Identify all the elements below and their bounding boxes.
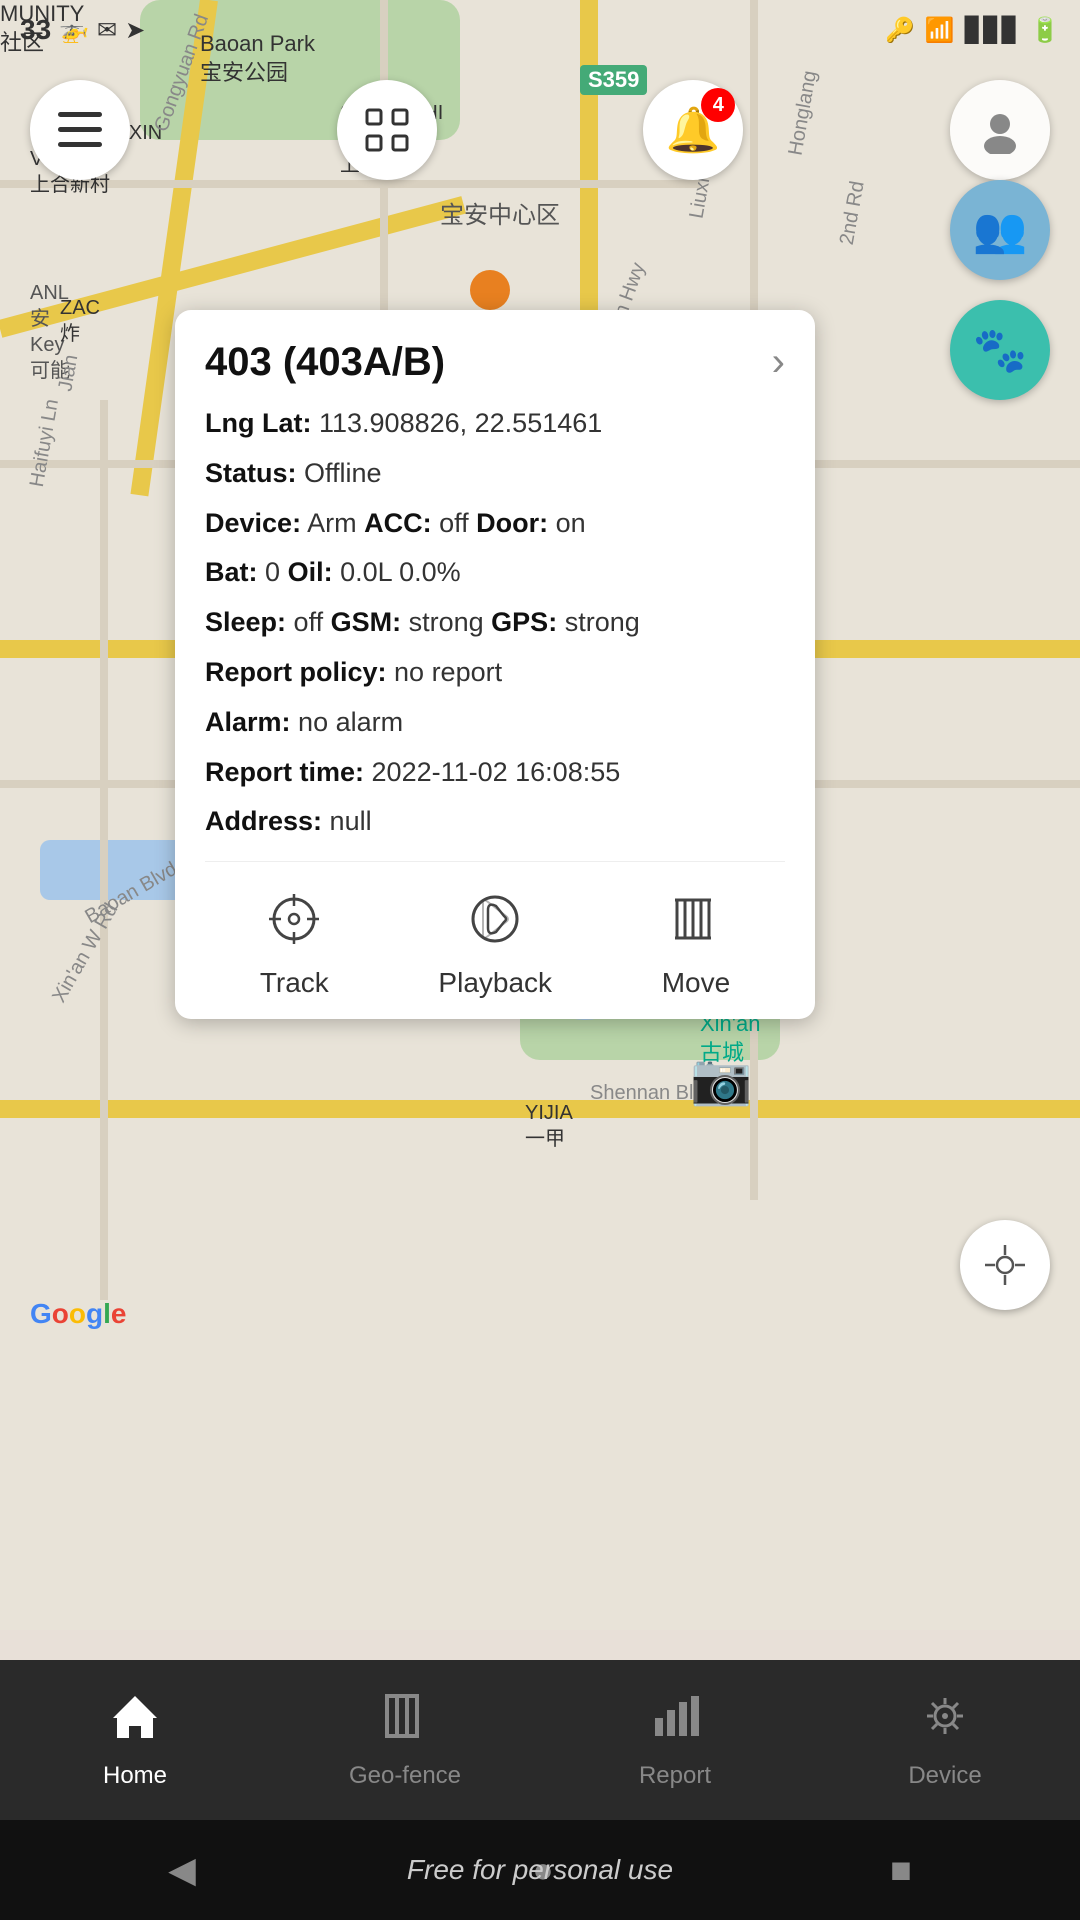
scan-button[interactable] xyxy=(337,80,437,180)
address-value: null xyxy=(330,806,372,836)
message-icon: ✉ xyxy=(97,16,117,45)
pet-button[interactable]: 🐾 xyxy=(950,300,1050,400)
group-button[interactable]: 👥 xyxy=(950,180,1050,280)
gps-value: strong xyxy=(565,607,640,637)
location-button[interactable] xyxy=(960,1220,1050,1310)
wifi-icon: 📶 xyxy=(925,16,955,45)
gsm-value: strong xyxy=(409,607,484,637)
reportpolicy-label: Report policy: xyxy=(205,657,387,687)
lnglat-label: Lng Lat: xyxy=(205,408,311,438)
card-title: 403 (403A/B) xyxy=(205,340,445,385)
nav-home[interactable]: Home xyxy=(0,1690,270,1790)
oil-value: 0.0L 0.0% xyxy=(340,557,461,587)
card-address-row: Address: null xyxy=(205,803,785,841)
geofence-nav-label: Geo-fence xyxy=(349,1762,461,1790)
yijia-label: YIJIA一甲 xyxy=(525,1100,573,1152)
bottom-nav: Home Geo-fence Report xyxy=(0,1660,1080,1820)
playback-action[interactable]: Playback xyxy=(438,892,552,999)
baoan-center-label: 宝安中心区 xyxy=(440,200,560,231)
address-label: Address: xyxy=(205,806,322,836)
sleep-value: off xyxy=(294,607,324,637)
report-icon xyxy=(649,1690,701,1754)
reportpolicy-value: no report xyxy=(394,657,502,687)
reporttime-label: Report time: xyxy=(205,757,364,787)
geofence-icon xyxy=(379,1690,431,1754)
device-label: Device: xyxy=(205,508,301,538)
haifuyi-label: Haifuyi Ln xyxy=(24,397,65,489)
acc-label: ACC: xyxy=(364,508,432,538)
status-label: Status: xyxy=(205,458,297,488)
card-reportpolicy-row: Report policy: no report xyxy=(205,654,785,692)
device-icon xyxy=(919,1690,971,1754)
gps-label: GPS: xyxy=(491,607,557,637)
lnglat-value: 113.908826, 22.551461 xyxy=(319,408,602,438)
alarm-value: no alarm xyxy=(298,707,403,737)
move-label: Move xyxy=(662,967,730,999)
nav-geofence[interactable]: Geo-fence xyxy=(270,1690,540,1790)
card-device-row: Device: Arm ACC: off Door: on xyxy=(205,505,785,543)
card-alarm-row: Alarm: no alarm xyxy=(205,704,785,742)
bat-label: Bat: xyxy=(205,557,258,587)
track-action[interactable]: Track xyxy=(260,892,329,999)
track-label: Track xyxy=(260,967,329,999)
camera-marker: 📷 xyxy=(690,1050,752,1109)
card-lnglat-row: Lng Lat: 113.908826, 22.551461 xyxy=(205,405,785,443)
watermark-text: Free for personal use xyxy=(407,1854,673,1886)
playback-icon xyxy=(468,892,522,957)
door-label: Door: xyxy=(476,508,548,538)
zac-label: ZAC炸 xyxy=(60,295,100,347)
menu-button[interactable] xyxy=(30,80,130,180)
card-actions: Track Playback xyxy=(205,882,785,999)
drone-icon: 🚁 xyxy=(59,16,89,45)
move-icon xyxy=(669,892,723,957)
notification-button[interactable]: 🔔 4 xyxy=(643,80,743,180)
time-label: 33 xyxy=(20,14,51,46)
google-logo: Google xyxy=(30,1298,126,1330)
navigation-icon: ➤ xyxy=(125,16,145,45)
door-value: on xyxy=(556,508,586,538)
card-chevron-icon[interactable]: › xyxy=(772,340,785,385)
thin-road-v3 xyxy=(100,400,108,1300)
reporttime-value: 2022-11-02 16:08:55 xyxy=(372,757,621,787)
top-controls: 🔔 4 xyxy=(0,60,1080,200)
group-icon: 👥 xyxy=(973,204,1028,256)
playback-label: Playback xyxy=(438,967,552,999)
battery-icon: 🔋 xyxy=(1030,16,1060,45)
bat-value: 0 xyxy=(265,557,280,587)
pet-icon: 🐾 xyxy=(973,324,1028,376)
notification-badge: 4 xyxy=(701,88,735,122)
signal-icon: ▊▊▊ xyxy=(965,16,1020,45)
status-bar: 33 🚁 ✉ ➤ 🔑 📶 ▊▊▊ 🔋 xyxy=(0,0,1080,60)
device-value: Arm xyxy=(307,508,357,538)
jian-label: Jian xyxy=(52,353,84,394)
track-icon xyxy=(267,892,321,957)
orange-marker xyxy=(470,270,510,310)
card-sleep-row: Sleep: off GSM: strong GPS: strong xyxy=(205,604,785,642)
home-nav-label: Home xyxy=(103,1762,167,1790)
acc-value: off xyxy=(439,508,469,538)
right-side-buttons: 👥 🐾 xyxy=(950,180,1050,400)
profile-button[interactable] xyxy=(950,80,1050,180)
key-icon: 🔑 xyxy=(885,16,915,45)
device-nav-label: Device xyxy=(908,1762,981,1790)
status-value: Offline xyxy=(304,458,382,488)
card-reporttime-row: Report time: 2022-11-02 16:08:55 xyxy=(205,754,785,792)
home-icon xyxy=(109,1690,161,1754)
gsm-label: GSM: xyxy=(331,607,402,637)
info-card: 403 (403A/B) › Lng Lat: 113.908826, 22.5… xyxy=(175,310,815,1019)
card-status-row: Status: Offline xyxy=(205,455,785,493)
oil-label: Oil: xyxy=(288,557,333,587)
alarm-label: Alarm: xyxy=(205,707,291,737)
move-action[interactable]: Move xyxy=(662,892,730,999)
watermark: Free for personal use xyxy=(0,1820,1080,1920)
card-bat-row: Bat: 0 Oil: 0.0L 0.0% xyxy=(205,554,785,592)
nav-device[interactable]: Device xyxy=(810,1690,1080,1790)
card-divider xyxy=(205,861,785,862)
report-nav-label: Report xyxy=(639,1762,711,1790)
nav-report[interactable]: Report xyxy=(540,1690,810,1790)
sleep-label: Sleep: xyxy=(205,607,286,637)
